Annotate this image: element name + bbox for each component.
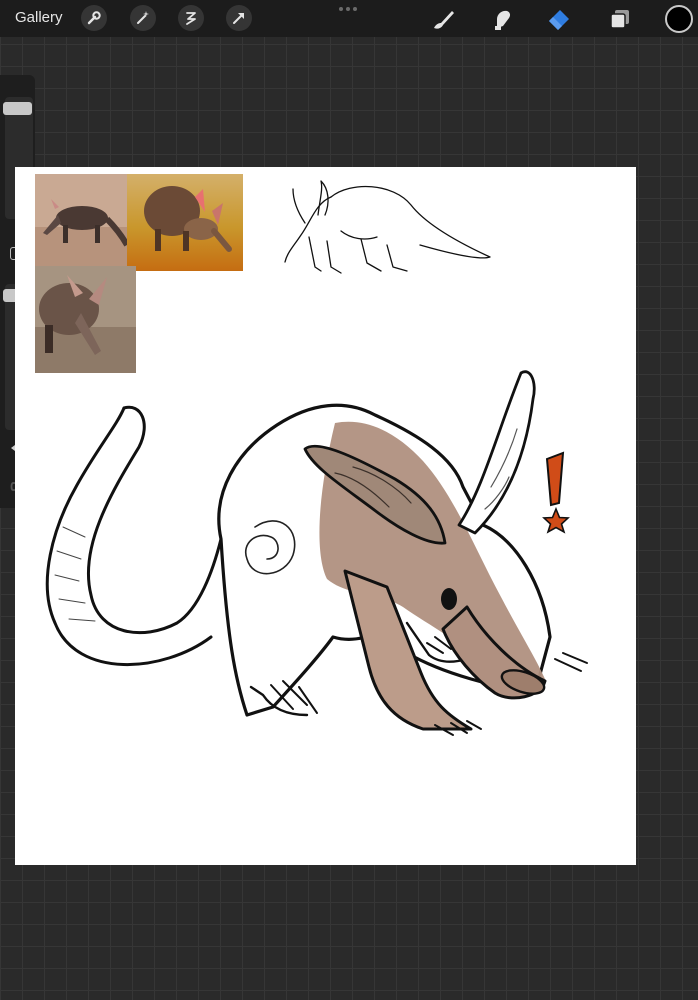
aardvark-photo-walking xyxy=(35,174,130,266)
aardvark-main-drawing xyxy=(45,370,588,736)
aardvark-photo-closeup xyxy=(35,266,136,373)
transform-button[interactable] xyxy=(226,5,252,31)
color-picker-button[interactable] xyxy=(665,5,693,33)
magic-wand-icon xyxy=(137,11,149,24)
smudge-icon[interactable] xyxy=(489,6,515,32)
adjustments-button[interactable] xyxy=(130,5,156,31)
aardvark-photo-sand xyxy=(127,174,243,271)
wrench-icon xyxy=(87,11,101,25)
gallery-button[interactable]: Gallery xyxy=(15,9,63,26)
transform-arrow-icon xyxy=(233,13,244,24)
drawing-canvas[interactable] xyxy=(15,167,636,865)
actions-button[interactable] xyxy=(81,5,107,31)
exclamation-star-mark xyxy=(542,451,570,534)
brush-icon[interactable] xyxy=(430,6,456,32)
selection-icon xyxy=(186,12,196,25)
selection-button[interactable] xyxy=(178,5,204,31)
eraser-icon[interactable] xyxy=(546,6,572,32)
top-toolbar: Gallery xyxy=(0,0,698,37)
more-dots-handle[interactable] xyxy=(339,7,357,11)
aardvark-reference-line-sketch xyxy=(284,180,491,274)
brush-size-thumb[interactable] xyxy=(3,102,32,115)
layers-icon[interactable] xyxy=(607,6,633,32)
